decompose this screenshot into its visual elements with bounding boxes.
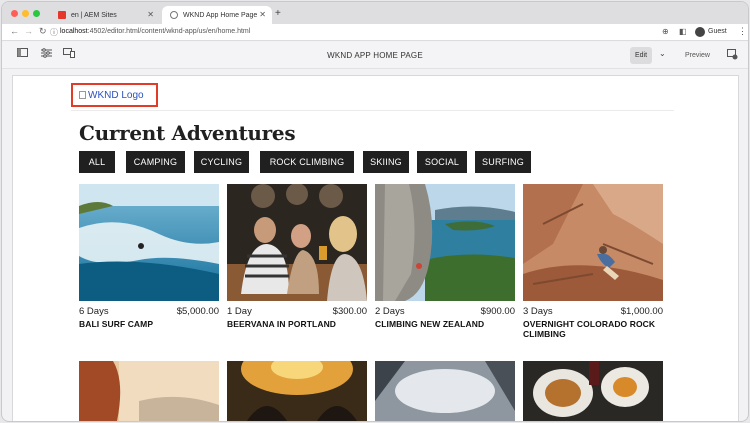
zoom-icon[interactable]: ⊕ <box>662 27 669 36</box>
card-duration: 1 Day <box>227 306 252 317</box>
tab-strip: en | AEM Sites ✕ WKND App Home Page ✕ + <box>2 2 748 24</box>
more-menu-icon[interactable]: ⋮ <box>738 26 747 37</box>
cyclists-sunset-image[interactable] <box>227 361 367 421</box>
url-host: localhost <box>60 28 88 35</box>
card-title[interactable]: BALI SURF CAMP <box>79 319 219 329</box>
filter-skiing[interactable]: SKIING <box>363 151 409 173</box>
filter-social[interactable]: SOCIAL <box>417 151 467 173</box>
reload-icon[interactable]: ↻ <box>39 26 47 37</box>
food-plates-image[interactable] <box>523 361 663 421</box>
filter-surfing[interactable]: SURFING <box>475 151 531 173</box>
adventure-card[interactable]: 3 Days $1,000.00 OVERNIGHT COLORADO ROCK… <box>523 184 663 339</box>
broken-image-icon <box>79 91 86 99</box>
chevron-down-icon[interactable]: ⌄ <box>659 49 666 58</box>
page-heading: Current Adventures <box>79 121 296 145</box>
card-price: $5,000.00 <box>176 306 219 317</box>
card-title[interactable]: CLIMBING NEW ZEALAND <box>375 319 515 329</box>
close-window-button[interactable] <box>11 10 18 17</box>
adventure-card[interactable]: 2 Days $900.00 CLIMBING NEW ZEALAND <box>375 184 515 329</box>
card-duration: 2 Days <box>375 306 405 317</box>
header-divider <box>71 110 674 111</box>
logo-alt-text: WKND Logo <box>88 90 144 101</box>
tab-label: en | AEM Sites <box>71 11 117 19</box>
close-tab-icon[interactable]: ✕ <box>259 10 266 19</box>
back-icon[interactable]: ← <box>10 26 19 36</box>
climber-cliff-sea-image[interactable] <box>375 184 515 301</box>
people-drinking-beer-image[interactable] <box>227 184 367 301</box>
editor-toolbar: WKND APP HOME PAGE Edit ⌄ Preview <box>2 42 748 69</box>
adobe-icon <box>58 11 66 19</box>
card-meta: 3 Days $1,000.00 <box>523 304 663 318</box>
card-duration: 6 Days <box>79 306 109 317</box>
card-title[interactable]: OVERNIGHT COLORADO ROCK CLIMBING <box>523 319 663 339</box>
card-duration: 3 Days <box>523 306 553 317</box>
edit-mode-button[interactable]: Edit <box>630 47 652 64</box>
filter-all[interactable]: ALL <box>79 151 115 173</box>
url-field[interactable]: localhost:4502/editor.html/content/wknd-… <box>60 28 250 35</box>
tab-aem-sites[interactable]: en | AEM Sites ✕ <box>50 6 160 24</box>
zoom-window-button[interactable] <box>33 10 40 17</box>
mountain-clouds-image[interactable] <box>375 361 515 421</box>
site-info-icon[interactable]: ⓘ <box>50 27 58 38</box>
climber-red-rock-image[interactable] <box>523 184 663 301</box>
new-tab-button[interactable]: + <box>275 8 281 19</box>
filter-camping[interactable]: CAMPING <box>126 151 185 173</box>
globe-icon <box>170 11 178 19</box>
adventure-card[interactable]: 6 Days $5,000.00 BALI SURF CAMP <box>79 184 219 329</box>
adventure-card[interactable]: 1 Day $300.00 BEERVANA IN PORTLAND <box>227 184 367 329</box>
card-price: $900.00 <box>480 306 515 317</box>
annotations-icon[interactable] <box>727 49 738 62</box>
logo-link[interactable]: WKND Logo <box>79 90 144 101</box>
tab-label: WKND App Home Page <box>183 11 258 19</box>
card-meta: 6 Days $5,000.00 <box>79 304 219 318</box>
surfer-wave-image[interactable] <box>79 184 219 301</box>
logo-component-selected[interactable]: WKND Logo <box>71 83 158 107</box>
browser-window: en | AEM Sites ✕ WKND App Home Page ✕ + … <box>1 1 749 422</box>
page-canvas: WKND Logo Current Adventures ALL CAMPING… <box>12 75 739 421</box>
card-meta: 1 Day $300.00 <box>227 304 367 318</box>
card-meta: 2 Days $900.00 <box>375 304 515 318</box>
card-title[interactable]: BEERVANA IN PORTLAND <box>227 319 367 329</box>
filter-cycling[interactable]: CYCLING <box>194 151 249 173</box>
side-panel-icon[interactable]: ◧ <box>679 27 687 36</box>
address-bar: ← → ↻ ⓘ localhost:4502/editor.html/conte… <box>2 24 748 41</box>
close-tab-icon[interactable]: ✕ <box>147 10 154 19</box>
tab-wknd-home[interactable]: WKND App Home Page ✕ <box>162 6 272 24</box>
red-cliff-sky-image[interactable] <box>79 361 219 421</box>
filter-rock-climbing[interactable]: ROCK CLIMBING <box>260 151 354 173</box>
profile-avatar-icon[interactable] <box>695 27 705 37</box>
preview-mode-button[interactable]: Preview <box>685 52 710 59</box>
profile-label[interactable]: Guest <box>708 28 727 35</box>
minimize-window-button[interactable] <box>22 10 29 17</box>
url-path: :4502/editor.html/content/wknd-app/us/en… <box>87 28 251 35</box>
card-price: $300.00 <box>332 306 367 317</box>
forward-icon[interactable]: → <box>24 26 33 36</box>
card-price: $1,000.00 <box>620 306 663 317</box>
